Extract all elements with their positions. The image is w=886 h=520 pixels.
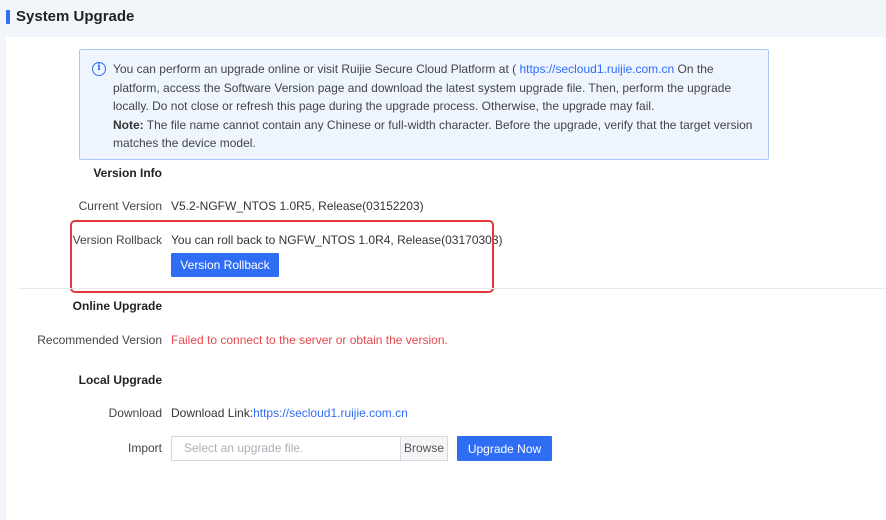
page-title: System Upgrade [16, 8, 135, 25]
section-divider [18, 288, 886, 289]
title-accent-bar [6, 10, 10, 24]
recommended-version-error: Failed to connect to the server or obtai… [171, 333, 448, 347]
rollback-highlight-box [70, 220, 494, 293]
upgrade-file-input[interactable]: Select an upgrade file. [171, 436, 401, 461]
download-label: Download [108, 406, 162, 420]
notice-text-part: You can perform an upgrade online or vis… [113, 62, 520, 76]
online-upgrade-title: Online Upgrade [72, 299, 162, 313]
current-version-label: Current Version [78, 199, 162, 213]
page-header: System Upgrade [0, 0, 886, 36]
browse-button[interactable]: Browse [400, 436, 448, 461]
upgrade-now-button[interactable]: Upgrade Now [457, 436, 552, 461]
download-link[interactable]: https://secloud1.ruijie.com.cn [253, 406, 408, 420]
download-link-row: Download Link:https://secloud1.ruijie.co… [171, 406, 408, 420]
current-version-value: V5.2-NGFW_NTOS 1.0R5, Release(03152203) [171, 199, 424, 213]
notice-text: You can perform an upgrade online or vis… [113, 60, 761, 153]
cloud-platform-link[interactable]: https://secloud1.ruijie.com.cn [519, 62, 674, 76]
note-label: Note: [113, 117, 144, 132]
local-upgrade-title: Local Upgrade [78, 373, 162, 387]
import-label: Import [127, 441, 162, 455]
version-info-title: Version Info [93, 166, 162, 180]
note-text: The file name cannot contain any Chinese… [113, 117, 753, 151]
info-icon: i [92, 62, 106, 76]
download-link-prefix: Download Link: [171, 406, 254, 420]
recommended-version-label: Recommended Version [37, 333, 162, 347]
